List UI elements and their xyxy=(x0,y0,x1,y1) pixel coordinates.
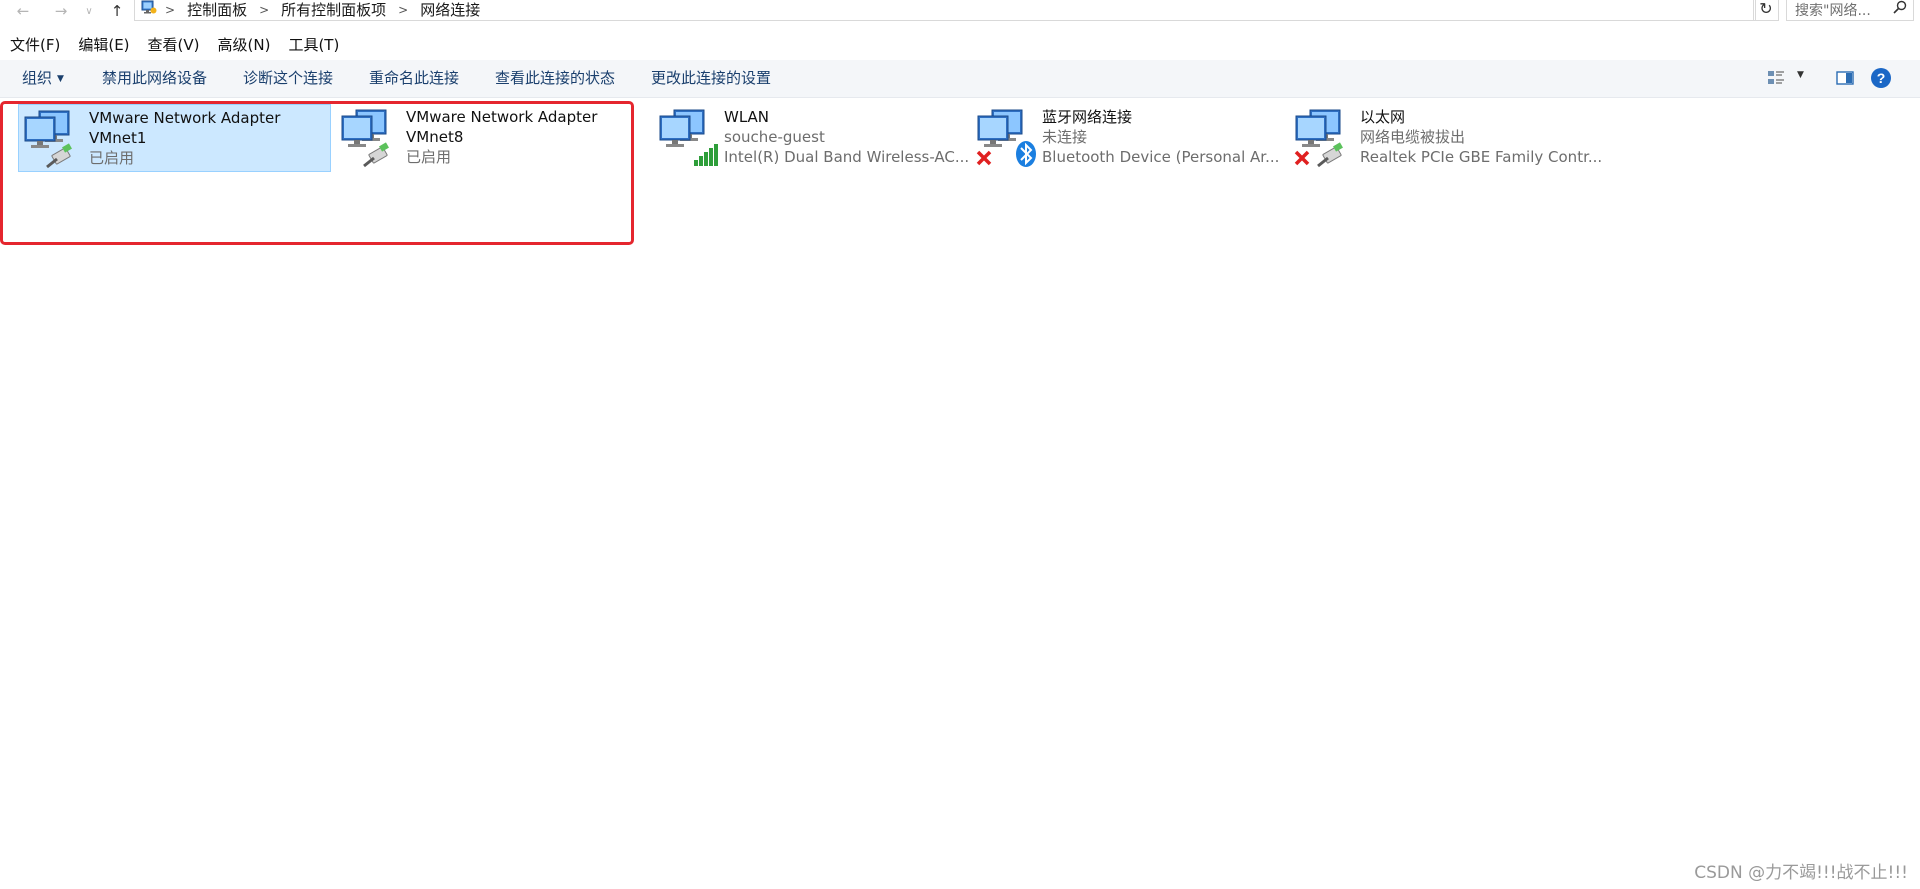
diagnose-button[interactable]: 诊断这个连接 xyxy=(243,60,333,97)
organize-label: 组织 xyxy=(22,69,53,87)
disable-device-button[interactable]: 禁用此网络设备 xyxy=(102,60,207,97)
wifi-adapter-icon xyxy=(659,109,718,166)
connection-name-line2: VMnet8 xyxy=(406,128,464,146)
menu-edit[interactable]: 编辑(E) xyxy=(68,33,137,57)
connection-item-wlan[interactable]: WLAN souche-guest Intel(R) Dual Band Wir… xyxy=(654,104,969,172)
connection-item-vmnet1[interactable]: VMware Network Adapter VMnet1 已启用 xyxy=(18,104,331,172)
connection-status: 未连接 xyxy=(1042,128,1088,146)
menu-advanced[interactable]: 高级(N) xyxy=(208,33,279,57)
preview-pane-icon[interactable] xyxy=(1835,68,1855,88)
connection-status: 已启用 xyxy=(406,148,452,166)
change-view-icon[interactable] xyxy=(1766,68,1786,88)
refresh-icon[interactable]: ↻ xyxy=(1753,0,1779,21)
menu-tools[interactable]: 工具(T) xyxy=(278,33,347,57)
connection-name: VMware Network Adapter xyxy=(406,108,598,126)
connection-device: Bluetooth Device (Personal Ar... xyxy=(1042,148,1280,166)
connection-name: 蓝牙网络连接 xyxy=(1042,108,1133,126)
connection-item-ethernet[interactable]: 以太网 网络电缆被拔出 Realtek PCIe GBE Family Cont… xyxy=(1290,104,1610,172)
connection-status: 网络电缆被拔出 xyxy=(1360,128,1466,146)
breadcrumb-all-items[interactable]: 所有控制面板项 xyxy=(281,0,386,20)
bluetooth-adapter-icon xyxy=(976,109,1036,167)
help-icon[interactable]: ? xyxy=(1870,67,1892,89)
address-row: ← → ∨ ↑ > 控制面板 > 所有控制面板项 > 网络连接 ∨ ↻ 搜索"网… xyxy=(0,0,1920,22)
menu-bar: 文件(F) 编辑(E) 查看(V) 高级(N) 工具(T) xyxy=(0,33,347,57)
connection-item-bluetooth[interactable]: 蓝牙网络连接 未连接 Bluetooth Device (Personal Ar… xyxy=(972,104,1282,172)
view-status-button[interactable]: 查看此连接的状态 xyxy=(495,60,615,97)
view-dropdown-caret-icon[interactable]: ▼ xyxy=(1797,70,1804,80)
breadcrumb-separator-icon: > xyxy=(165,2,176,17)
breadcrumb-control-panel[interactable]: 控制面板 xyxy=(187,0,247,20)
search-box[interactable]: 搜索"网络... xyxy=(1786,0,1914,21)
connections-list: VMware Network Adapter VMnet1 已启用 VMware… xyxy=(0,98,1920,889)
help-label: ? xyxy=(1877,70,1886,86)
control-panel-icon xyxy=(141,0,157,14)
breadcrumb-network-connections[interactable]: 网络连接 xyxy=(420,0,480,20)
connection-name: VMware Network Adapter xyxy=(89,109,281,127)
menu-file[interactable]: 文件(F) xyxy=(0,33,68,57)
breadcrumb-separator-icon: > xyxy=(398,2,409,17)
connection-name: WLAN xyxy=(724,108,770,126)
dropdown-caret-icon: ▼ xyxy=(57,74,64,84)
connection-name-line2: VMnet1 xyxy=(89,129,147,147)
connection-name: 以太网 xyxy=(1360,108,1406,126)
rename-button[interactable]: 重命名此连接 xyxy=(369,60,459,97)
connection-item-vmnet8[interactable]: VMware Network Adapter VMnet8 已启用 xyxy=(336,104,636,172)
menu-view[interactable]: 查看(V) xyxy=(138,33,208,57)
address-bar[interactable]: > 控制面板 > 所有控制面板项 > 网络连接 ∨ xyxy=(134,0,1875,21)
breadcrumb: > 控制面板 > 所有控制面板项 > 网络连接 xyxy=(163,0,480,20)
recent-locations-chevron-icon[interactable]: ∨ xyxy=(82,0,96,22)
connection-device: Realtek PCIe GBE Family Contr... xyxy=(1360,148,1603,166)
connection-status: souche-guest xyxy=(724,128,825,146)
network-adapter-icon xyxy=(341,109,391,168)
back-arrow-icon[interactable]: ← xyxy=(12,0,34,22)
watermark: CSDN @力不竭!!!战不止!!! xyxy=(1694,863,1908,883)
search-icon[interactable] xyxy=(1893,0,1907,14)
breadcrumb-separator-icon: > xyxy=(259,2,270,17)
organize-button[interactable]: 组织 ▼ xyxy=(22,60,64,98)
command-bar: 组织 ▼ 禁用此网络设备 诊断这个连接 重命名此连接 查看此连接的状态 更改此连接… xyxy=(0,60,1920,98)
forward-arrow-icon[interactable]: → xyxy=(50,0,72,22)
network-adapter-icon xyxy=(24,110,74,169)
search-input[interactable]: 搜索"网络... xyxy=(1795,0,1871,20)
change-settings-button[interactable]: 更改此连接的设置 xyxy=(651,60,771,97)
connection-status: 已启用 xyxy=(89,149,135,167)
ethernet-adapter-icon xyxy=(1294,109,1345,168)
up-arrow-icon[interactable]: ↑ xyxy=(106,0,128,22)
connection-device: Intel(R) Dual Band Wireless-AC... xyxy=(724,148,970,166)
